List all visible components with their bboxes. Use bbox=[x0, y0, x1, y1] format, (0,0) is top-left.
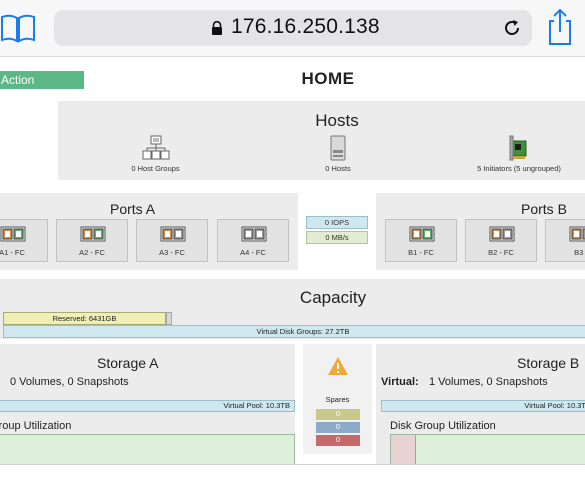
storage-a-volumes: 0 Volumes, 0 Snapshots bbox=[10, 376, 129, 388]
port-b1[interactable]: B1 - FC bbox=[385, 219, 457, 262]
reserved-bar-end bbox=[166, 312, 172, 325]
server-icon bbox=[330, 135, 346, 161]
storage-b-virtual-label: Virtual: bbox=[381, 376, 419, 388]
port-label: A1 - FC bbox=[0, 248, 25, 257]
ports-a-title: Ports A bbox=[110, 201, 156, 217]
spares-label: Spares bbox=[325, 395, 350, 404]
host-groups-item[interactable]: 0 Host Groups bbox=[98, 135, 213, 173]
reload-icon[interactable] bbox=[502, 18, 522, 38]
port-label: B3 - bbox=[574, 248, 585, 257]
port-a3[interactable]: A3 - FC bbox=[136, 219, 208, 262]
hosts-item[interactable]: 0 Hosts bbox=[294, 135, 382, 173]
capacity-title: Capacity bbox=[299, 288, 367, 307]
share-icon[interactable] bbox=[545, 8, 575, 46]
storage-b-title: Storage B bbox=[517, 355, 580, 371]
storage-a-pool-bar: Virtual Pool: 10.3TB bbox=[0, 400, 295, 412]
ports-b-title: Ports B bbox=[521, 201, 567, 217]
spares-value-2: 0 bbox=[316, 422, 360, 433]
fc-port-icon bbox=[489, 226, 515, 242]
url-text: 176.16.250.138 bbox=[231, 15, 380, 38]
fc-port-icon bbox=[0, 226, 26, 242]
ports-b-panel: Ports B B1 - FC B2 - FC B3 - bbox=[376, 193, 585, 270]
hosts-panel[interactable]: Hosts 0 Host Groups 0 Hosts 5 Initiators… bbox=[58, 101, 585, 180]
fc-port-icon bbox=[80, 226, 106, 242]
page-title: HOME bbox=[301, 69, 355, 88]
fc-port-icon bbox=[409, 226, 435, 242]
fc-port-icon bbox=[160, 226, 186, 242]
initiators-item[interactable]: 5 Initiators (5 ungrouped) bbox=[458, 135, 580, 173]
storage-a-utilization-title: Group Utilization bbox=[0, 420, 72, 432]
address-bar[interactable]: 176.16.250.138 bbox=[54, 10, 532, 46]
bookmarks-icon[interactable] bbox=[0, 10, 36, 46]
virtual-disk-groups-bar: Virtual Disk Groups: 27.2TB bbox=[3, 325, 585, 338]
fc-port-icon bbox=[241, 226, 267, 242]
storage-a-panel[interactable]: Storage A 0 Volumes, 0 Snapshots Virtual… bbox=[0, 344, 295, 477]
spares-value-1: 0 bbox=[316, 409, 360, 420]
throughput-value: 0 MB/s bbox=[306, 231, 368, 244]
iops-value: 0 IOPS bbox=[306, 216, 368, 229]
ports-a-panel: Ports A A1 - FC A2 - FC A3 - FC A4 - FC bbox=[0, 193, 298, 270]
initiators-label: 5 Initiators (5 ungrouped) bbox=[477, 164, 561, 173]
host-groups-icon bbox=[142, 135, 169, 160]
port-label: A4 - FC bbox=[240, 248, 266, 257]
storage-b-pool-bar: Virtual Pool: 10.3TB bbox=[381, 400, 585, 412]
port-b3[interactable]: B3 - bbox=[545, 219, 585, 262]
storage-b-utilization-title: Disk Group Utilization bbox=[390, 420, 496, 432]
fc-port-icon bbox=[569, 226, 585, 242]
hosts-title: Hosts bbox=[315, 111, 359, 130]
host-groups-label: 0 Host Groups bbox=[131, 164, 180, 173]
reserved-bar: Reserved: 6431GB bbox=[3, 312, 166, 325]
port-a4[interactable]: A4 - FC bbox=[217, 219, 289, 262]
hba-card-icon bbox=[509, 135, 527, 161]
lock-icon bbox=[212, 21, 222, 35]
spares-panel[interactable]: Spares 0 0 0 bbox=[303, 344, 372, 454]
port-label: A3 - FC bbox=[159, 248, 185, 257]
dashboard-page: Action HOME Hosts 0 Host Groups 0 Hosts bbox=[0, 57, 585, 477]
spares-value-3: 0 bbox=[316, 435, 360, 446]
capacity-panel[interactable]: Capacity Reserved: 6431GB Virtual Disk G… bbox=[0, 279, 585, 339]
port-label: B1 - FC bbox=[408, 248, 434, 257]
port-a1[interactable]: A1 - FC bbox=[0, 219, 48, 262]
hosts-label: 0 Hosts bbox=[325, 164, 351, 173]
storage-a-title: Storage A bbox=[97, 355, 159, 371]
port-a2[interactable]: A2 - FC bbox=[56, 219, 128, 262]
performance-box: 0 IOPS 0 MB/s bbox=[306, 216, 368, 245]
port-label: B2 - FC bbox=[488, 248, 514, 257]
storage-b-panel[interactable]: Storage B Virtual: 1 Volumes, 0 Snapshot… bbox=[376, 344, 585, 477]
port-b2[interactable]: B2 - FC bbox=[465, 219, 537, 262]
bottom-strip bbox=[0, 464, 585, 477]
warning-icon bbox=[328, 357, 348, 375]
port-label: A2 - FC bbox=[79, 248, 105, 257]
browser-toolbar: 176.16.250.138 bbox=[0, 0, 585, 57]
storage-b-volumes: 1 Volumes, 0 Snapshots bbox=[429, 376, 548, 388]
